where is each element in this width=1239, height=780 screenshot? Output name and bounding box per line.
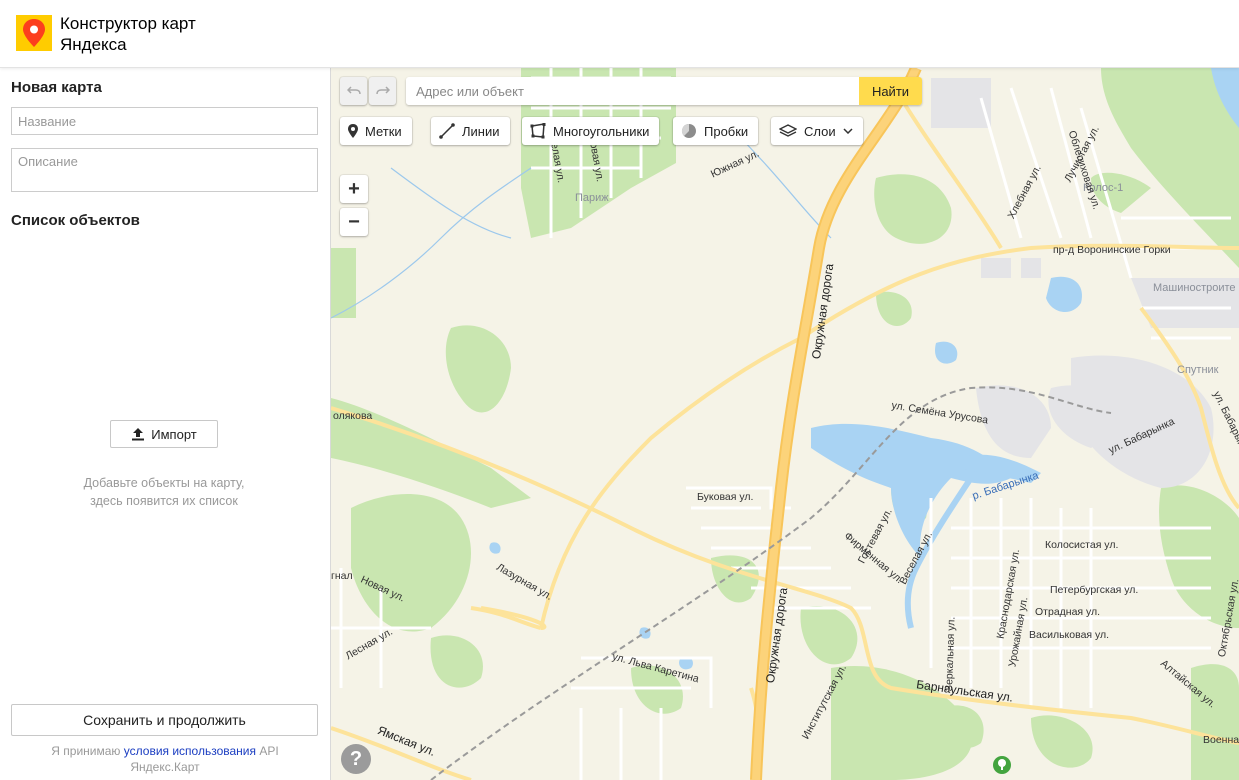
map-label-bukovaya: Буковая ул. <box>697 491 754 503</box>
traffic-icon <box>681 123 696 138</box>
tool-traffic-label: Пробки <box>704 123 749 139</box>
tool-polygons-label: Многоугольники <box>553 123 650 139</box>
map-label-otradnaya: Отрадная ул. <box>1035 606 1101 618</box>
map-label-sputnik: Спутник <box>1177 364 1219 376</box>
zoom-out-button[interactable]: − <box>340 208 368 236</box>
terms-text: Я принимаю условия использования API Янд… <box>20 743 310 775</box>
placemark-icon <box>348 124 358 138</box>
redo-button[interactable] <box>369 77 396 105</box>
tool-layers-button[interactable]: Слои <box>771 117 863 145</box>
polygon-icon <box>530 123 546 139</box>
line-icon <box>439 123 455 139</box>
undo-button[interactable] <box>340 77 367 105</box>
map-label-ignal: гнал <box>331 570 353 582</box>
upload-icon <box>132 428 145 441</box>
layers-icon <box>779 124 797 137</box>
map-description-input[interactable] <box>11 148 318 192</box>
map-base-layer <box>331 68 1239 780</box>
import-label: Импорт <box>151 426 197 442</box>
search-button[interactable]: Найти <box>859 77 922 105</box>
park-marker-icon[interactable] <box>993 756 1011 774</box>
app-header: Конструктор карт Яндекса <box>0 0 1239 68</box>
tool-traffic-button[interactable]: Пробки <box>673 117 759 145</box>
map-area[interactable]: Окружная дорога Окружная дорога пр-д Вор… <box>331 68 1239 780</box>
map-label-voronezh-drive: пр-д Воронинские Горки <box>1053 244 1171 256</box>
tool-lines-button[interactable]: Линии <box>431 117 510 145</box>
tool-polygons-button[interactable]: Многоугольники <box>522 117 660 145</box>
history-controls <box>340 77 398 105</box>
redo-icon <box>375 86 390 95</box>
chevron-down-icon <box>843 128 853 134</box>
save-and-continue-button[interactable]: Сохранить и продолжить <box>11 704 318 736</box>
map-label-peterburgskaya: Петербургская ул. <box>1050 584 1139 596</box>
map-label-kolosistaya: Колосистая ул. <box>1045 539 1119 551</box>
zoom-in-button[interactable]: + <box>340 175 368 203</box>
new-map-heading: Новая карта <box>11 79 102 96</box>
address-search-input[interactable] <box>406 77 859 105</box>
map-name-input[interactable] <box>11 107 318 135</box>
map-label-polyakova: олякова <box>333 410 373 422</box>
map-label-voennaya: Военна <box>1203 734 1239 746</box>
empty-list-hint: Добавьте объекты на карту, здесь появитс… <box>83 476 245 508</box>
map-label-paris: Париж <box>575 192 609 204</box>
objects-list-heading: Список объектов <box>11 212 140 229</box>
tool-placemarks-label: Метки <box>365 123 402 139</box>
undo-icon <box>346 86 361 95</box>
tool-placemarks-button[interactable]: Метки <box>340 117 412 145</box>
terms-prefix: Я принимаю <box>51 744 124 758</box>
map-label-vasilkovaya: Васильковая ул. <box>1029 629 1110 641</box>
map-search: Найти <box>406 77 922 105</box>
tool-lines-label: Линии <box>462 123 500 139</box>
terms-link[interactable]: условия использования <box>124 744 256 758</box>
help-button[interactable]: ? <box>341 744 371 774</box>
app-title: Конструктор карт Яндекса <box>60 14 196 54</box>
import-button[interactable]: Импорт <box>110 420 218 448</box>
yandex-maps-pin-icon[interactable] <box>16 15 52 51</box>
sidebar: Новая карта Список объектов Импорт Добав… <box>0 68 331 780</box>
tool-layers-label: Слои <box>804 123 836 139</box>
map-label-mashinostroitel: Машиностроите <box>1153 282 1236 294</box>
